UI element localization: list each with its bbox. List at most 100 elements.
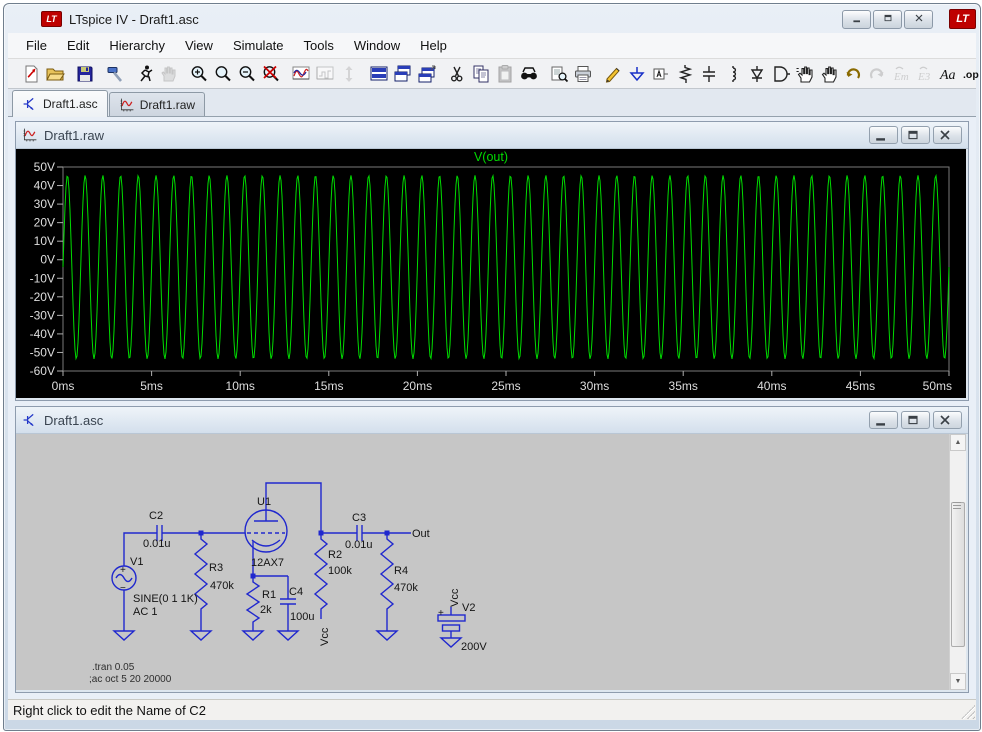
menu-help[interactable]: Help (412, 35, 455, 56)
print-icon[interactable] (572, 63, 594, 85)
menu-window[interactable]: Window (346, 35, 408, 56)
menu-edit[interactable]: Edit (59, 35, 97, 56)
cascade-windows-icon[interactable] (392, 63, 414, 85)
zoom-area-icon[interactable] (212, 63, 234, 85)
open-file-icon[interactable] (44, 63, 66, 85)
place-net-label-icon[interactable] (650, 63, 672, 85)
spice-directive-icon[interactable]: .op (962, 63, 981, 85)
r4-resistor-symbol[interactable] (381, 533, 393, 631)
r1-name[interactable]: R1 (262, 589, 276, 601)
r2-resistor-symbol[interactable] (315, 533, 327, 619)
ground-symbol[interactable] (114, 631, 134, 640)
trace-label[interactable]: V(out) (16, 150, 966, 164)
new-schematic-icon[interactable] (20, 63, 42, 85)
c4-capacitor-symbol[interactable] (280, 599, 296, 604)
menu-file[interactable]: File (18, 35, 55, 56)
place-diode-icon[interactable] (746, 63, 768, 85)
restore-button[interactable] (873, 10, 902, 29)
tab-draft1-raw[interactable]: Draft1.raw (109, 92, 205, 116)
c3-name[interactable]: C3 (352, 512, 366, 524)
v2-name[interactable]: V2 (462, 602, 475, 614)
c4-value[interactable]: 100u (290, 611, 314, 623)
ground-symbol[interactable] (441, 638, 461, 647)
waveform-window-titlebar[interactable]: Draft1.raw (16, 122, 968, 149)
copy-icon[interactable] (470, 63, 492, 85)
menu-hierarchy[interactable]: Hierarchy (101, 35, 173, 56)
cut-icon[interactable] (446, 63, 468, 85)
restore-button[interactable] (901, 411, 930, 429)
wire[interactable] (266, 483, 321, 533)
out-net-label[interactable]: Out (412, 528, 430, 540)
spice-directive-ac[interactable]: ;ac oct 5 20 20000 (89, 674, 172, 685)
resize-grip[interactable] (961, 705, 975, 719)
ground-symbol[interactable] (191, 631, 211, 640)
waveform-plot-area[interactable]: V(out) 50V40V30V20V10V0V-10V-20V-30V-40V… (16, 149, 966, 398)
plot-settings-icon[interactable] (290, 63, 312, 85)
v2-value[interactable]: 200V (461, 641, 487, 653)
r4-name[interactable]: R4 (394, 565, 408, 577)
schematic-drawing[interactable]: + − (21, 439, 941, 687)
v2-battery-symbol[interactable] (443, 625, 460, 631)
menu-tools[interactable]: Tools (296, 35, 342, 56)
tab-draft1-asc[interactable]: Draft1.asc (12, 90, 108, 117)
u1-name[interactable]: U1 (257, 496, 271, 508)
place-text-icon[interactable]: Aa (938, 63, 960, 85)
r3-name[interactable]: R3 (209, 562, 223, 574)
close-button[interactable] (904, 10, 933, 29)
place-resistor-icon[interactable] (674, 63, 696, 85)
run-simulation-icon[interactable] (134, 63, 156, 85)
u1-value[interactable]: 12AX7 (251, 557, 284, 569)
scrollbar-thumb[interactable] (951, 502, 965, 647)
restore-button[interactable] (901, 126, 930, 144)
zoom-in-icon[interactable] (188, 63, 210, 85)
r2-value[interactable]: 100k (328, 565, 352, 577)
menu-simulate[interactable]: Simulate (225, 35, 292, 56)
ground-symbol[interactable] (278, 631, 298, 640)
r1-resistor-symbol[interactable] (247, 576, 259, 631)
waveform-plot[interactable]: 50V40V30V20V10V0V-10V-20V-30V-40V-50V-60… (16, 149, 966, 398)
r2-name[interactable]: R2 (328, 549, 342, 561)
place-inductor-icon[interactable] (722, 63, 744, 85)
r3-value[interactable]: 470k (210, 580, 234, 592)
place-component-icon[interactable] (770, 63, 792, 85)
c4-name[interactable]: C4 (289, 586, 303, 598)
close-button[interactable] (933, 126, 962, 144)
title-bar[interactable]: LT LTspice IV - Draft1.asc LT (5, 5, 979, 33)
move-icon[interactable] (794, 63, 816, 85)
v1-ac-value[interactable]: AC 1 (133, 606, 157, 618)
v1-value[interactable]: SINE(0 1 1K) (133, 593, 198, 605)
r3-resistor-symbol[interactable] (195, 533, 207, 631)
save-icon[interactable] (74, 63, 96, 85)
v1-name[interactable]: V1 (130, 556, 143, 568)
undo-icon[interactable] (842, 63, 864, 85)
minimize-button[interactable] (842, 10, 871, 29)
minimize-button[interactable] (869, 411, 898, 429)
vcc-net-label[interactable]: Vcc (319, 627, 331, 646)
spice-directive-tran[interactable]: .tran 0.05 (92, 662, 135, 673)
ground-symbol[interactable] (243, 631, 263, 640)
vcc-net-label[interactable]: Vcc (449, 588, 461, 607)
c3-value[interactable]: 0.01u (345, 539, 373, 551)
place-capacitor-icon[interactable] (698, 63, 720, 85)
zoom-out-icon[interactable] (236, 63, 258, 85)
c2-value[interactable]: 0.01u (143, 538, 171, 550)
control-panel-icon[interactable] (104, 63, 126, 85)
close-button[interactable] (933, 411, 962, 429)
cascade-new-window-icon[interactable] (416, 63, 438, 85)
menu-view[interactable]: View (177, 35, 221, 56)
place-ground-icon[interactable] (626, 63, 648, 85)
scroll-down-button[interactable]: ▼ (950, 673, 966, 690)
scroll-up-button[interactable]: ▲ (950, 434, 966, 451)
r4-value[interactable]: 470k (394, 582, 418, 594)
schematic-window-titlebar[interactable]: Draft1.asc (16, 407, 968, 434)
schematic-canvas[interactable]: + − (16, 434, 966, 690)
zoom-full-extents-icon[interactable] (260, 63, 282, 85)
drag-icon[interactable] (818, 63, 840, 85)
ground-symbol[interactable] (377, 631, 397, 640)
tile-windows-icon[interactable] (368, 63, 390, 85)
draw-wire-icon[interactable] (602, 63, 624, 85)
print-preview-icon[interactable] (548, 63, 570, 85)
minimize-button[interactable] (869, 126, 898, 144)
c2-name[interactable]: C2 (149, 510, 163, 522)
find-icon[interactable] (518, 63, 540, 85)
